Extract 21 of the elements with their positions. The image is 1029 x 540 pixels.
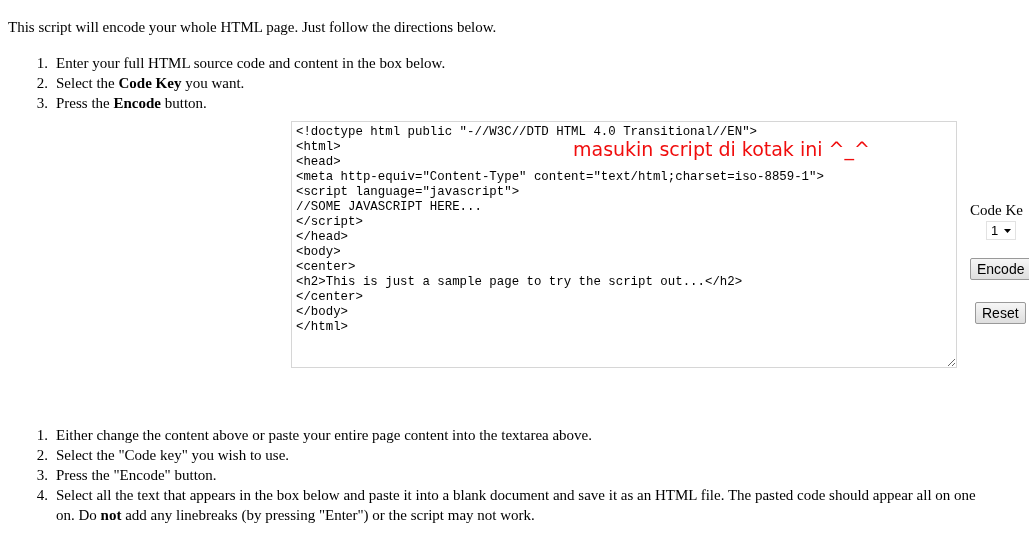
list-number: 3.: [35, 94, 48, 113]
instruction-text: Either change the content above or paste your entire page content into the textarea above.: [56, 426, 594, 445]
encode-button[interactable]: Encode: [970, 258, 1029, 280]
instruction-text: Select the "Code key" you wish to use.: [56, 446, 291, 465]
list-number: 1.: [35, 54, 48, 73]
annotation-text: masukin script di kotak ini ^_^: [573, 138, 870, 160]
list-number: 2.: [35, 74, 48, 93]
code-key-select[interactable]: 1: [986, 221, 1017, 240]
instruction-text: Press the Encode button.: [56, 94, 208, 113]
list-number: 2.: [35, 446, 48, 465]
instruction-text: Enter your full HTML source code and content in the box below.: [56, 54, 447, 73]
intro-text: This script will encode your whole HTML page. Just follow the directions below.: [8, 18, 498, 36]
list-number: 4.: [35, 486, 48, 505]
list-number: 3.: [35, 466, 48, 485]
instruction-text: Select all the text that appears in the box below and paste it into a blank document and save it as an HTML file. The pasted code should appear all on one on. Do not add any linebreaks (by pressing "Enter") or the script may not work.: [56, 486, 977, 525]
code-key-label: Code Ke: [970, 201, 1023, 219]
instruction-text: Press the "Encode" button.: [56, 466, 218, 485]
caret-icon: [1004, 228, 1012, 233]
list-number: 1.: [35, 426, 48, 445]
instruction-text: Select the Code Key you want.: [56, 74, 246, 93]
reset-button[interactable]: Reset: [975, 302, 1026, 324]
